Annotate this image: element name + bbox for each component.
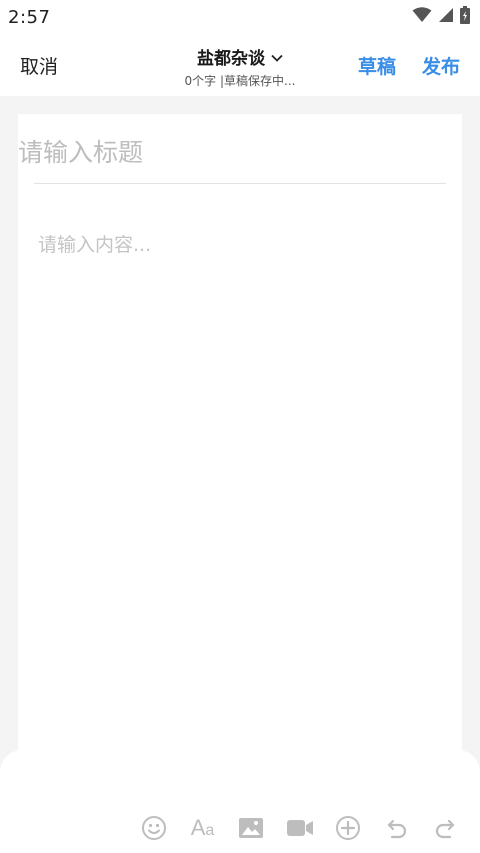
content-input[interactable] [38,230,448,730]
add-icon[interactable] [332,812,364,844]
battery-icon [460,6,470,28]
status-icons [412,6,470,28]
publish-button[interactable]: 发布 [422,52,460,79]
title-input[interactable] [18,134,446,170]
title-divider [34,183,446,184]
signal-icon [438,7,454,27]
status-time: 2:57 [8,6,51,28]
text-style-glyph: Aa [190,815,215,840]
redo-icon[interactable] [429,812,461,844]
forum-selector[interactable]: 盐都杂谈 [160,44,320,69]
forum-name: 盐都杂谈 [197,49,265,69]
wifi-icon [412,7,432,27]
undo-icon[interactable] [381,812,413,844]
text-style-icon[interactable]: Aa [187,812,219,844]
chevron-down-icon [271,47,283,67]
nav-bar: 取消 盐都杂谈 0个字 |草稿保存中... 草稿 发布 [0,34,480,96]
draft-button[interactable]: 草稿 [358,52,396,79]
word-count-status: 0个字 |草稿保存中... [184,74,296,88]
cancel-button[interactable]: 取消 [20,52,58,79]
nav-center: 盐都杂谈 0个字 |草稿保存中... [160,44,320,89]
emoji-icon[interactable] [138,812,170,844]
editor-toolbar: Aa [138,812,468,844]
status-bar: 2:57 [0,0,480,34]
image-icon[interactable] [235,812,267,844]
video-icon[interactable] [284,812,316,844]
